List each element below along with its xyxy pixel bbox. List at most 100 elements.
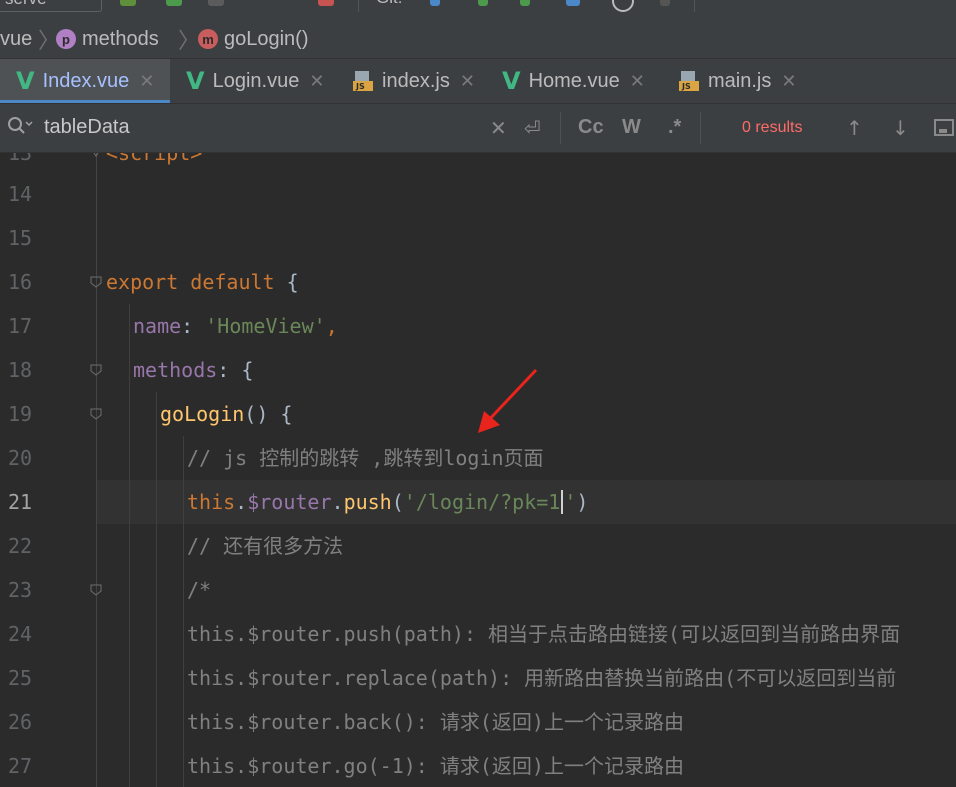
line-number: 26 [8,710,33,734]
svg-text:JS: JS [355,82,365,91]
code-line: 15 [0,216,956,260]
line-number: 25 [8,666,33,690]
git-commit-icon[interactable] [478,0,488,6]
code-text: methods: { [133,358,254,382]
code-line: 16 export default { [0,260,956,304]
main-toolbar: serve Git: [0,0,956,20]
find-bar-separator [560,112,561,144]
toolbar-separator [358,0,359,12]
fold-icon[interactable] [89,407,103,421]
line-number: 23 [8,578,33,602]
vue-file-icon: V [502,67,521,95]
line-number: 21 [8,490,33,514]
clock-icon[interactable] [612,0,634,12]
code-comment: this.$router.go(-1): 请求(返回)上一个记录路由 [187,754,684,778]
run-icon[interactable] [166,0,182,6]
tab-label: Login.vue [212,69,300,92]
tab-label: main.js [708,69,772,92]
tab-home-vue[interactable]: V Home.vue ✕ [502,59,645,103]
fold-icon[interactable] [89,275,103,289]
line-number: 24 [8,622,33,646]
code-line: 26 this.$router.back(): 请求(返回)上一个记录路由 [0,700,956,744]
editor-tabs: V Index.vue ✕ V Login.vue ✕ JS index.js … [0,59,956,104]
code-comment: this.$router.back(): 请求(返回)上一个记录路由 [187,710,684,734]
close-icon[interactable]: ✕ [309,71,324,92]
js-file-icon: JS [352,70,374,92]
tab-login-vue[interactable]: V Login.vue ✕ [186,59,324,103]
debug-icon[interactable] [208,0,224,6]
regex-toggle[interactable]: .* [668,116,681,139]
match-case-toggle[interactable]: Cc [578,116,604,139]
vue-file-icon: V [186,67,205,95]
breadcrumb-file-label: vue [0,27,33,50]
code-line: 23 /* [0,568,956,612]
code-editor[interactable]: 13 <script> 14 15 16 export default { 17… [0,153,956,787]
tab-index-vue[interactable]: V Index.vue ✕ [0,59,170,103]
stop-icon[interactable] [318,0,334,6]
git-push-icon[interactable] [520,0,530,6]
property-badge-icon: p [56,29,76,49]
breadcrumb-item-file[interactable]: vue [0,20,32,58]
find-bar-separator [700,112,701,144]
code-line: 27 this.$router.go(-1): 请求(返回)上一个记录路由 [0,744,956,787]
tab-label: index.js [382,69,450,92]
close-icon[interactable]: ✕ [781,71,796,92]
method-badge-icon: m [198,29,218,49]
vue-file-icon: V [16,67,35,95]
breadcrumb-item-methods[interactable]: p methods [56,20,159,58]
breadcrumb-separator: 〉 [178,28,201,53]
git-history-icon[interactable] [566,0,580,6]
code-comment: this.$router.push(path): 相当于点击路由链接(可以返回到… [187,622,901,646]
code-line: 20 // js 控制的跳转 ,跳转到login页面 [0,436,956,480]
build-icon[interactable] [120,0,136,6]
tab-label: Index.vue [42,69,130,92]
tab-index-js[interactable]: JS index.js ✕ [352,59,475,103]
run-config-selector[interactable]: serve [0,0,102,12]
select-all-occurrences-icon[interactable] [934,118,956,143]
tab-main-js[interactable]: JS main.js ✕ [678,59,796,103]
run-config-label: serve [5,0,47,9]
search-icon[interactable] [6,114,36,143]
close-icon[interactable]: ✕ [460,71,475,92]
search-input[interactable]: tableData [44,116,130,139]
svg-text:JS: JS [681,82,691,91]
search-results-count: 0 results [742,119,803,136]
code-text: export default { [106,270,299,294]
code-comment: // js 控制的跳转 ,跳转到login页面 [187,446,544,470]
whole-words-toggle[interactable]: W [622,116,641,139]
line-number: 18 [8,358,33,382]
js-file-icon: JS [678,70,700,92]
line-number: 17 [8,314,33,338]
code-comment: this.$router.replace(path): 用新路由替换当前路由(不… [187,666,897,690]
line-number: 14 [8,182,33,206]
up-arrow-icon[interactable]: ↑ [846,116,863,140]
close-icon[interactable]: ✕ [139,71,154,92]
breadcrumb-gologin-label: goLogin() [224,27,309,50]
fold-icon[interactable] [89,363,103,377]
code-line: 25 this.$router.replace(path): 用新路由替换当前路… [0,656,956,700]
newline-icon[interactable]: ⏎ [524,116,541,140]
code-comment: // 还有很多方法 [187,534,344,558]
line-number: 15 [8,226,33,250]
code-text: name: 'HomeView', [133,314,338,338]
fold-icon[interactable] [89,583,103,597]
tab-label: Home.vue [528,69,620,92]
code-line-current: 21 this.$router.push('/login/?pk=1 ') [0,480,956,524]
code-text: this.$router.push('/login/?pk=1 ') [187,490,589,514]
line-number: 22 [8,534,33,558]
line-number: 19 [8,402,33,426]
annotation-arrow-icon [478,368,538,433]
down-arrow-icon[interactable]: ↓ [892,116,909,140]
breadcrumb-item-gologin[interactable]: m goLogin() [198,20,309,58]
git-label: Git: [376,0,402,8]
line-number: 20 [8,446,33,470]
code-line: 14 [0,172,956,216]
code-text: goLogin() { [160,402,293,426]
code-line: 24 this.$router.push(path): 相当于点击路由链接(可以… [0,612,956,656]
line-number: 27 [8,754,33,778]
git-update-icon[interactable] [430,0,440,6]
clear-icon[interactable]: ✕ [490,116,507,140]
undo-icon[interactable] [660,0,670,6]
close-icon[interactable]: ✕ [630,71,645,92]
fold-icon[interactable] [89,153,103,160]
